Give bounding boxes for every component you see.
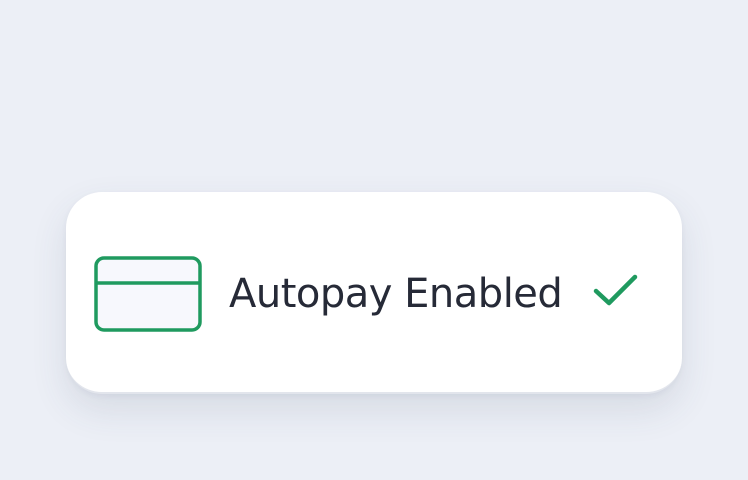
checkmark-icon <box>593 274 638 306</box>
autopay-status-label: Autopay Enabled <box>229 271 563 317</box>
autopay-status-card: Autopay Enabled <box>66 192 682 394</box>
credit-card-icon <box>94 256 202 332</box>
